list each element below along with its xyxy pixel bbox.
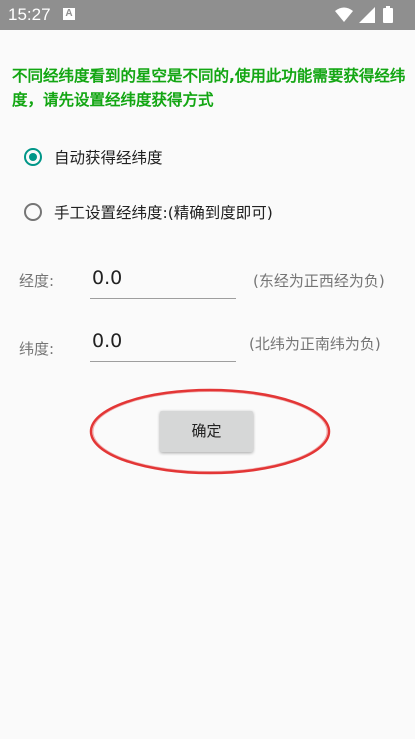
- radio-auto-location[interactable]: 自动获得经纬度: [24, 144, 163, 170]
- latitude-input[interactable]: [90, 325, 236, 362]
- battery-icon: [383, 6, 393, 23]
- longitude-label: 经度:: [19, 272, 55, 290]
- status-icons: [335, 6, 405, 23]
- signal-icon: [359, 7, 375, 23]
- wifi-icon: [335, 7, 353, 22]
- radio-manual-location-label: 手工设置经纬度:(精确到度即可): [54, 204, 273, 222]
- radio-auto-location-label: 自动获得经纬度: [54, 149, 163, 167]
- notification-a-icon: A: [63, 8, 75, 20]
- longitude-input[interactable]: [90, 262, 236, 299]
- longitude-hint: (东经为正西经为负): [253, 272, 385, 290]
- latitude-label: 纬度:: [19, 340, 55, 358]
- status-bar: 15:27 A: [0, 0, 415, 30]
- status-time: 15:27: [8, 5, 51, 24]
- confirm-button[interactable]: 确定: [160, 411, 253, 452]
- hint-text: 不同经纬度看到的星空是不同的,使用此功能需要获得经纬度，请先设置经纬度获得方式: [12, 67, 406, 109]
- radio-checked-icon[interactable]: [24, 148, 42, 166]
- radio-manual-location[interactable]: 手工设置经纬度:(精确到度即可): [24, 199, 273, 225]
- latitude-hint: (北纬为正南纬为负): [249, 335, 381, 353]
- radio-unchecked-icon[interactable]: [24, 203, 42, 221]
